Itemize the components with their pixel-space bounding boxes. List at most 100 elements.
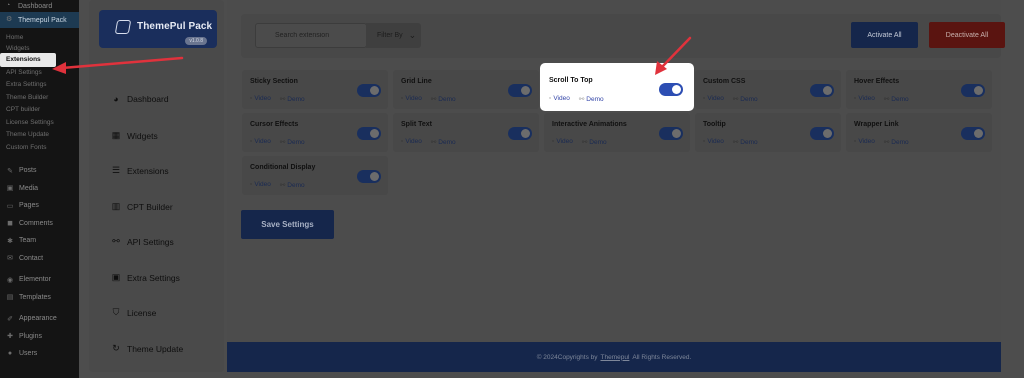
grid-icon: ▦: [111, 130, 121, 140]
extension-toggle[interactable]: [659, 127, 683, 140]
wp-menu-label: Contact: [19, 254, 44, 262]
video-link[interactable]: ▫ Video: [401, 95, 422, 103]
video-icon: ▫: [250, 181, 253, 188]
wp-menu-pages[interactable]: ▭ Pages: [0, 197, 79, 215]
mail-icon: ✉: [7, 255, 13, 263]
wp-menu-posts[interactable]: ✎ Posts: [0, 162, 79, 180]
video-link[interactable]: ▫ Video: [250, 138, 271, 146]
footer-brand-link[interactable]: Themepul: [601, 354, 630, 361]
wp-submenu-api-settings[interactable]: API Settings: [0, 67, 79, 80]
video-icon: ▫: [401, 95, 404, 102]
chevron-down-icon: ⌄: [408, 30, 417, 40]
link-icon: ⚯: [279, 182, 286, 189]
nav-dashboard[interactable]: ◕ Dashboard: [111, 94, 168, 104]
version-badge: v1.0.8: [185, 37, 207, 45]
extension-card-sticky-section: Sticky Section ▫ Video ⚯ Demo: [242, 70, 388, 109]
demo-link[interactable]: ⚯ Demo: [431, 95, 456, 103]
extension-toggle[interactable]: [810, 127, 834, 140]
wp-submenu-widgets[interactable]: Widgets: [0, 45, 79, 53]
nav-label: Extensions: [127, 165, 169, 176]
nav-license[interactable]: ⛉ License: [111, 307, 157, 318]
search-input[interactable]: [255, 23, 367, 48]
extension-toggle[interactable]: [961, 127, 985, 140]
nav-extra-settings[interactable]: ▣ Extra Settings: [111, 272, 180, 283]
wp-menu-team[interactable]: ✱ Team: [0, 232, 79, 250]
extension-toggle[interactable]: [508, 84, 532, 97]
demo-link[interactable]: ⚯ Demo: [733, 95, 758, 103]
wp-menu-themepul-pack[interactable]: ⚙ Themepul Pack: [0, 12, 79, 28]
extension-card-scroll-to-top: Scroll To Top ▫ Video ⚯ Demo: [541, 64, 693, 110]
footer-prefix: © 2024Copyrights by: [536, 353, 598, 361]
wp-submenu-extensions[interactable]: Extensions: [0, 52, 56, 67]
demo-link[interactable]: ⚯ Demo: [582, 138, 607, 146]
extension-toggle[interactable]: [961, 84, 985, 97]
nav-cpt-builder[interactable]: ▥ CPT Builder: [111, 201, 173, 212]
save-settings-button[interactable]: Save Settings: [241, 210, 334, 239]
video-link[interactable]: ▫ Video: [250, 95, 271, 103]
filter-dropdown[interactable]: Filter By ⌄: [366, 23, 421, 48]
wp-submenu-home[interactable]: Home: [0, 32, 79, 45]
wp-menu-appearance[interactable]: ✐ Appearance: [0, 310, 79, 328]
video-link[interactable]: ▫ Video: [703, 95, 724, 103]
extension-toggle[interactable]: [357, 170, 381, 183]
demo-link[interactable]: ⚯ Demo: [280, 138, 305, 146]
wp-submenu-license-settings[interactable]: License Settings: [0, 117, 79, 130]
demo-link[interactable]: ⚯ Demo: [733, 138, 758, 146]
video-link[interactable]: ▫ Video: [552, 138, 573, 146]
wp-admin-sidebar: ◔ Dashboard ⚙ Themepul Pack Home Widgets…: [0, 0, 79, 378]
wp-submenu-extra-settings[interactable]: Extra Settings: [0, 79, 79, 92]
wp-submenu-theme-update[interactable]: Theme Update: [0, 129, 79, 142]
activate-all-button[interactable]: Activate All: [851, 22, 918, 48]
nav-theme-update[interactable]: ↻ Theme Update: [111, 343, 183, 354]
elementor-icon: ◉: [6, 276, 14, 284]
wp-menu-plugins[interactable]: ✚ Plugins: [0, 328, 79, 346]
dashboard-icon: ◕: [113, 94, 119, 104]
deactivate-all-button[interactable]: Deactivate All: [929, 22, 1005, 48]
footer: © 2024Copyrights by Themepul All Rights …: [227, 342, 1001, 372]
link-icon: ⚯: [883, 96, 890, 103]
wp-menu-dashboard[interactable]: ◔ Dashboard: [0, 0, 79, 12]
plugin-wrapper: ThemePul Pack v1.0.8 ◕ Dashboard ▦ Widgets…: [89, 0, 1024, 372]
nav-extensions[interactable]: ☰ Extensions: [111, 165, 169, 176]
nav-api-settings[interactable]: ⚯ API Settings: [111, 236, 174, 247]
extension-card-interactive-animations: Interactive Animations ▫ Video ⚯ Demo: [544, 113, 690, 152]
wp-menu-contact[interactable]: ✉ Contact: [0, 250, 79, 268]
video-link[interactable]: ▫ Video: [549, 95, 570, 103]
demo-link[interactable]: ⚯ Demo: [884, 95, 909, 103]
builder-icon: ▥: [111, 201, 121, 211]
extension-toggle[interactable]: [810, 84, 834, 97]
extension-card-custom-css: Custom CSS ▫ Video ⚯ Demo: [695, 70, 841, 109]
wp-submenu-theme-builder[interactable]: Theme Builder: [0, 92, 79, 105]
nav-widgets[interactable]: ▦ Widgets: [111, 130, 158, 141]
extension-toggle[interactable]: [357, 84, 381, 97]
extension-card-cursor-effects: Cursor Effects ▫ Video ⚯ Demo: [242, 113, 388, 152]
user-icon: ●: [7, 350, 13, 358]
extension-toggle[interactable]: [659, 83, 683, 96]
demo-link[interactable]: ⚯ Demo: [884, 138, 909, 146]
demo-link[interactable]: ⚯ Demo: [280, 95, 305, 103]
video-link[interactable]: ▫ Video: [703, 138, 724, 146]
wp-menu-label: Posts: [19, 167, 37, 175]
video-link[interactable]: ▫ Video: [854, 138, 875, 146]
wp-menu-label: Appearance: [19, 315, 57, 323]
wp-submenu-custom-fonts[interactable]: Custom Fonts: [0, 142, 79, 155]
extension-toggle[interactable]: [357, 127, 381, 140]
demo-link[interactable]: ⚯ Demo: [431, 138, 456, 146]
video-link[interactable]: ▫ Video: [401, 138, 422, 146]
wp-menu-label: Users: [19, 350, 38, 358]
wp-menu-templates[interactable]: ▤ Templates: [0, 289, 79, 307]
video-link[interactable]: ▫ Video: [250, 181, 271, 189]
extension-toggle[interactable]: [508, 127, 532, 140]
video-link[interactable]: ▫ Video: [854, 95, 875, 103]
wp-menu-users[interactable]: ● Users: [0, 345, 79, 363]
wp-submenu-cpt-builder[interactable]: CPT builder: [0, 104, 79, 117]
nav-label: CPT Builder: [127, 201, 173, 212]
wp-menu-label: Team: [19, 237, 37, 245]
wp-menu-elementor[interactable]: ◉ Elementor: [0, 271, 79, 289]
demo-link[interactable]: ⚯ Demo: [280, 181, 305, 189]
wp-menu-media[interactable]: ▣ Media: [0, 180, 79, 198]
demo-link[interactable]: ⚯ Demo: [579, 95, 604, 103]
wp-menu-comments[interactable]: ◼ Comments: [0, 215, 79, 233]
extension-title: Sticky Section: [250, 78, 298, 85]
list-icon: ☰: [111, 165, 121, 175]
